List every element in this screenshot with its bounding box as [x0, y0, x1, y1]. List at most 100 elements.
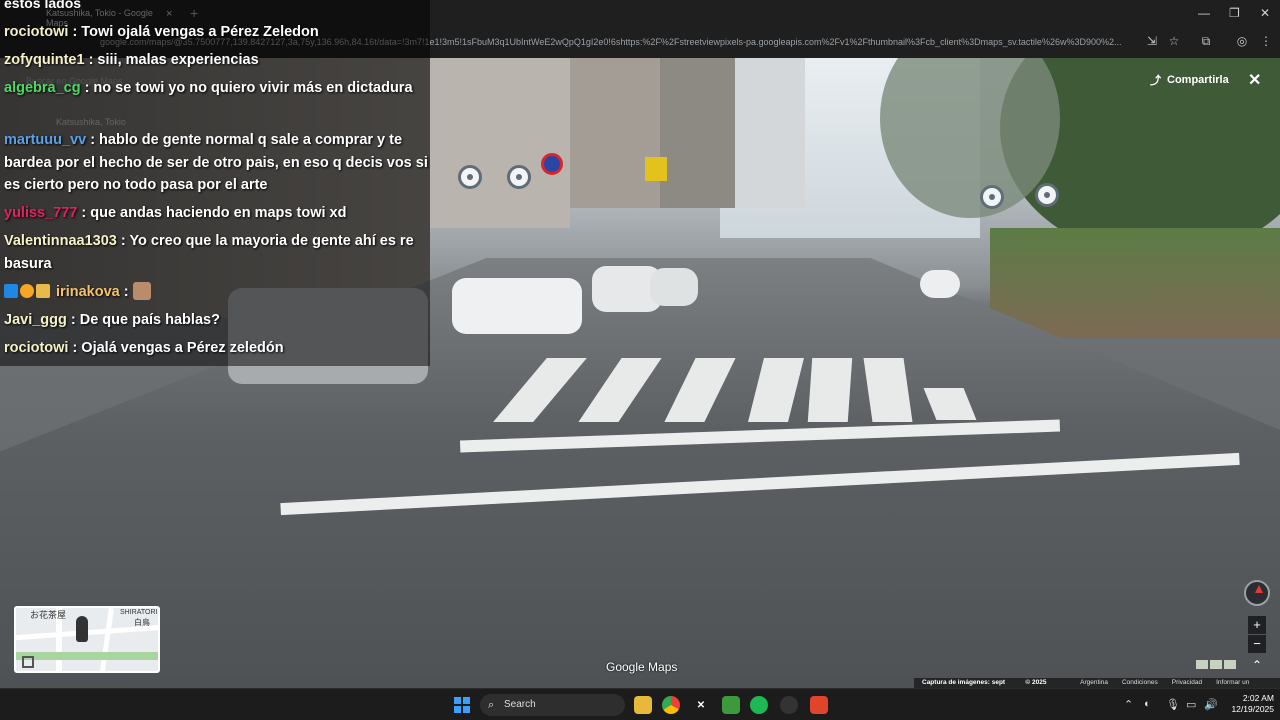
chat-text: : que andas haciendo en maps towi xd: [81, 205, 347, 221]
privacy-link[interactable]: Privacidad: [1172, 678, 1202, 688]
capture-date: Captura de imágenes: sept 2022: [922, 679, 1006, 696]
system-clock[interactable]: 2:02 AM 12/19/2025: [1224, 693, 1274, 715]
chat-text: basura: [4, 256, 52, 272]
microphone-icon[interactable]: 🎙: [1166, 698, 1180, 711]
chat-text: : De que país hablas?: [70, 312, 220, 328]
chat-text: : Ojalá vengas a Pérez zeledón: [72, 340, 284, 356]
chat-message: irinakova:: [4, 281, 151, 303]
restore-button[interactable]: ❐: [1229, 6, 1240, 20]
chat-message-continued: bardea por el hecho de ser de otro pais,…: [4, 152, 428, 174]
screen: Katsushika, Tokio - Google Maps × + — ❐ …: [0, 0, 1280, 720]
chat-text: : hablo de gente normal q sale a comprar…: [90, 132, 403, 148]
place-pin-icon[interactable]: [980, 185, 1004, 209]
clock-time: 2:02 AM: [1242, 693, 1274, 703]
google-maps-logo: Google Maps: [606, 660, 678, 674]
tray-chevron-icon[interactable]: ⌃: [1124, 698, 1133, 711]
chat-message: martuuu_vv: hablo de gente normal q sale…: [4, 129, 402, 151]
chat-username: Valentinnaa1303: [4, 233, 117, 249]
windows-taskbar: ⌕ Search ✕ ⌃ ◐ 🎙 ▭ 🔊 2:02 AM 12/19/2025: [0, 688, 1280, 720]
chat-message: yuliss_777: que andas haciendo en maps t…: [4, 202, 346, 224]
place-pin-icon[interactable]: [507, 165, 531, 189]
clock-date: 12/19/2025: [1231, 704, 1274, 714]
bookmark-star-icon[interactable]: ☆: [1166, 34, 1182, 50]
layer-thumb[interactable]: [1196, 660, 1208, 669]
parking-sign: [645, 157, 667, 181]
chat-message: Valentinnaa1303: Yo creo que la mayoria …: [4, 230, 414, 252]
terms-link[interactable]: Condiciones: [1122, 678, 1158, 688]
chat-message: rociotowi: Ojalá vengas a Pérez zeledón: [4, 337, 284, 359]
chat-username: rociotowi: [4, 24, 69, 40]
parked-car: [920, 270, 960, 298]
layers-thumbnails[interactable]: [1196, 660, 1236, 669]
chat-message: rociotowi: Towi ojalá vengas a Pérez Zel…: [4, 21, 319, 43]
hedge: [990, 228, 1280, 338]
file-explorer-icon[interactable]: [634, 696, 652, 714]
building: [660, 58, 740, 208]
search-icon: ⌕: [488, 699, 495, 711]
chat-username: rociotowi: [4, 340, 69, 356]
badge-icon: [20, 284, 34, 298]
zoom-in-button[interactable]: +: [1248, 616, 1266, 634]
minimize-button[interactable]: —: [1198, 6, 1210, 20]
parked-car: [452, 278, 582, 334]
parked-car: [650, 268, 698, 306]
install-app-icon[interactable]: ⇲: [1144, 34, 1160, 50]
chat-header-text: estos lados: [4, 0, 82, 11]
chat-username: martuuu_vv: [4, 132, 87, 148]
taskbar-search[interactable]: ⌕ Search: [480, 694, 625, 716]
chat-text: : no se towi yo no quiero vivir más en d…: [84, 80, 413, 96]
spotify-icon[interactable]: [750, 696, 768, 714]
map-label: 白鳥: [134, 618, 150, 627]
country-link[interactable]: Argentina: [1080, 678, 1108, 688]
extensions-icon[interactable]: ⧉: [1198, 34, 1214, 50]
crosswalk-stripe: [807, 358, 853, 422]
chat-message-continued: basura: [4, 253, 52, 275]
badge-icon: [4, 284, 18, 298]
tray-app-icon[interactable]: ◐: [1144, 698, 1151, 710]
compass-icon[interactable]: [1244, 580, 1270, 606]
map-label: お花茶屋: [30, 610, 67, 620]
chat-text: : Towi ojalá vengas a Pérez Zeledon: [72, 24, 319, 40]
chat-message-continued: es cierto pero no todo pasa por el arte: [4, 174, 267, 196]
building: [430, 58, 570, 228]
chat-text: :: [123, 284, 129, 300]
zoom-out-button[interactable]: −: [1248, 635, 1266, 653]
chat-message: zofyquinte1: siii, malas experiencias: [4, 49, 259, 71]
profile-icon[interactable]: ◎: [1234, 34, 1250, 50]
place-pin-icon[interactable]: [458, 165, 482, 189]
no-parking-sign: [541, 153, 563, 175]
map-park: [16, 652, 158, 660]
chrome-icon[interactable]: [662, 696, 680, 714]
minimap[interactable]: お花茶屋 SHIRATORI 白鳥: [14, 606, 160, 673]
minecraft-icon[interactable]: [722, 696, 740, 714]
building: [735, 58, 805, 208]
chat-username: Javi_ggg: [4, 312, 67, 328]
layer-thumb[interactable]: [1224, 660, 1236, 669]
brave-icon[interactable]: [810, 696, 828, 714]
windows-start-icon[interactable]: [454, 697, 470, 713]
chat-username: algebra_cg: [4, 80, 81, 96]
map-label: SHIRATORI: [120, 609, 158, 616]
close-street-view-button[interactable]: ✕: [1248, 70, 1261, 90]
expand-map-icon[interactable]: [22, 656, 34, 668]
app-x-icon[interactable]: ✕: [692, 696, 710, 714]
app-icon[interactable]: [780, 696, 798, 714]
volume-icon[interactable]: 🔊: [1204, 698, 1218, 711]
chevron-up-icon[interactable]: ⌃: [1252, 658, 1262, 672]
badge-icon: [36, 284, 50, 298]
chat-username: irinakova: [56, 284, 120, 300]
place-pin-icon[interactable]: [1035, 183, 1059, 207]
chat-text: bardea por el hecho de ser de otro pais,…: [4, 155, 428, 171]
building: [570, 58, 660, 208]
report-link[interactable]: Informar un problema: [1216, 678, 1272, 696]
menu-dots-icon[interactable]: ⋮: [1258, 34, 1274, 50]
copyright: © 2025 Google: [1025, 679, 1047, 696]
layer-thumb[interactable]: [1210, 660, 1222, 669]
share-icon: ⤴: [1150, 75, 1161, 87]
chat-message: Javi_ggg: De que país hablas?: [4, 309, 220, 331]
attribution-bar: Captura de imágenes: sept 2022 © 2025 Go…: [914, 678, 1280, 696]
share-button[interactable]: ⤴ Compartirla: [1140, 68, 1239, 92]
network-icon[interactable]: ▭: [1186, 698, 1196, 711]
stream-chat-overlay: estos lados rociotowi: Towi ojalá vengas…: [0, 0, 430, 366]
window-close-button[interactable]: ✕: [1260, 6, 1270, 20]
